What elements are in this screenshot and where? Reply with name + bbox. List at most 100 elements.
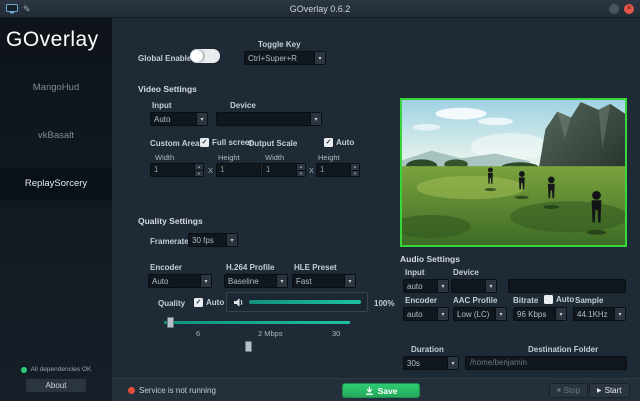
sidebar-nav: MangoHud vkBasalt ReplaySorcery <box>0 72 112 200</box>
sidebar-item-mangohud[interactable]: MangoHud <box>0 72 112 104</box>
toggle-key-select[interactable]: Ctrl+Super+R ▾ <box>244 51 326 65</box>
scale-height-stepper[interactable]: 1 ▴▾ <box>316 163 360 177</box>
start-button[interactable]: ▶ Start <box>589 383 630 398</box>
hle-preset-select[interactable]: Fast ▾ <box>292 274 356 288</box>
bitrate-value-label: 2 Mbps <box>258 329 283 338</box>
output-scale-label: Output Scale <box>248 139 297 148</box>
quality-label: Quality <box>158 299 185 308</box>
scale-width-stepper[interactable]: 1 ▴▾ <box>262 163 306 177</box>
sample-label: Sample <box>575 296 603 305</box>
bitrate-min-label: 6 <box>196 329 200 338</box>
close-button[interactable]: × <box>624 4 634 14</box>
audio-encoder-label: Encoder <box>405 296 437 305</box>
video-device-select[interactable]: ▾ <box>216 112 322 126</box>
game-scene-graphic <box>402 100 625 245</box>
toggle-knob <box>191 50 203 62</box>
chevron-down-icon: ▾ <box>200 275 211 287</box>
minimize-button[interactable] <box>609 4 619 14</box>
titlebar: ✎ GOverlay 0.6.2 × <box>0 0 640 18</box>
window-title: GOverlay 0.6.2 <box>126 4 514 14</box>
bitrate-slider-track[interactable] <box>164 321 350 324</box>
spinner-down-icon[interactable]: ▾ <box>195 171 203 177</box>
audio-bitrate-select[interactable]: 96 Kbps ▾ <box>513 307 567 321</box>
dimension-separator: X <box>208 166 213 175</box>
custom-width-label: Width <box>155 153 174 162</box>
duration-label: Duration <box>411 345 444 354</box>
chevron-down-icon: ▾ <box>310 113 321 125</box>
audio-input-label: Input <box>405 268 425 277</box>
game-preview-image <box>400 98 627 247</box>
audio-settings-title: Audio Settings <box>400 254 460 264</box>
h264-profile-label: H.264 Profile <box>226 263 274 272</box>
sidebar-bottom: All dependencies OK About <box>0 366 112 393</box>
chevron-down-icon: ▾ <box>437 280 448 292</box>
checkbox-check-icon: ✓ <box>200 138 209 147</box>
speaker-icon <box>233 297 244 308</box>
sidebar-item-vkbasalt[interactable]: vkBasalt <box>0 120 112 152</box>
encoder-select[interactable]: Auto ▾ <box>148 274 212 288</box>
monitor-icon <box>6 4 18 14</box>
bitrate-slider-handle-2[interactable] <box>245 341 252 352</box>
titlebar-left: ✎ <box>6 4 126 14</box>
spinner-down-icon[interactable]: ▾ <box>297 171 305 177</box>
chevron-down-icon: ▾ <box>344 275 355 287</box>
quality-settings-title: Quality Settings <box>138 216 203 226</box>
footer-bar: Service is not running Save ■ Stop ▶ <box>112 378 640 401</box>
checkbox-check-icon: ✓ <box>194 298 203 307</box>
main-content: Global Enable Toggle Key Ctrl+Super+R ▾ … <box>112 18 640 401</box>
save-arrow-icon <box>365 386 374 395</box>
custom-width-stepper[interactable]: 1 ▴▾ <box>150 163 204 177</box>
chevron-down-icon: ▾ <box>226 234 237 246</box>
framerate-select[interactable]: 30 fps ▾ <box>188 233 238 247</box>
hle-preset-label: HLE Preset <box>294 263 337 272</box>
save-button[interactable]: Save <box>342 383 420 398</box>
sample-rate-select[interactable]: 44.1KHz ▾ <box>573 307 626 321</box>
stop-button[interactable]: ■ Stop <box>549 383 588 398</box>
duration-select[interactable]: 30s ▾ <box>403 356 459 370</box>
audio-encoder-select[interactable]: auto ▾ <box>403 307 449 321</box>
global-enable-label: Global Enable <box>138 54 191 63</box>
spinner-down-icon[interactable]: ▾ <box>351 171 359 177</box>
bitrate-max-label: 30 <box>332 329 340 338</box>
bitrate-slider-handle[interactable] <box>167 317 174 328</box>
about-button[interactable]: About <box>25 378 87 393</box>
destination-folder-label: Destination Folder <box>528 345 598 354</box>
volume-fill-bar[interactable] <box>249 300 361 304</box>
audio-input-select[interactable]: auto ▾ <box>403 279 449 293</box>
global-enable-toggle[interactable] <box>190 49 220 63</box>
sidebar-item-replaysorcery[interactable]: ReplaySorcery <box>0 168 112 200</box>
audio-bitrate-auto-checkbox[interactable]: Auto <box>544 295 574 304</box>
custom-area-label: Custom Area <box>150 139 200 148</box>
play-icon: ▶ <box>597 387 602 394</box>
destination-folder-field[interactable]: /home/benjamin <box>465 356 627 370</box>
aac-profile-select[interactable]: Low (LC) ▾ <box>453 307 507 321</box>
volume-slider[interactable] <box>226 292 368 312</box>
status-ok-dot-icon <box>21 367 27 373</box>
output-scale-auto-checkbox[interactable]: ✓ Auto <box>324 138 354 147</box>
chevron-down-icon: ▾ <box>495 308 506 320</box>
app-window: ✎ GOverlay 0.6.2 × GOverlay MangoHud vkB… <box>0 0 640 401</box>
chevron-down-icon: ▾ <box>555 308 566 320</box>
scale-height-label: Height <box>318 153 340 162</box>
video-input-label: Input <box>152 101 172 110</box>
video-settings-title: Video Settings <box>138 84 197 94</box>
stop-icon: ■ <box>557 388 561 394</box>
service-status-label: Service is not running <box>139 386 216 395</box>
pencil-icon: ✎ <box>23 4 31 14</box>
framerate-label: Framerate <box>150 237 189 246</box>
chevron-down-icon: ▾ <box>437 308 448 320</box>
aac-profile-label: AAC Profile <box>453 296 497 305</box>
video-input-select[interactable]: Auto ▾ <box>150 112 208 126</box>
chevron-down-icon: ▾ <box>196 113 207 125</box>
full-screen-checkbox[interactable]: ✓ Full screen <box>200 138 254 147</box>
quality-auto-checkbox[interactable]: ✓ Auto <box>194 298 224 307</box>
audio-device-label: Device <box>453 268 479 277</box>
video-device-label: Device <box>230 101 256 110</box>
audio-device-select[interactable]: ▾ <box>451 279 497 293</box>
h264-profile-select[interactable]: Baseline ▾ <box>224 274 288 288</box>
window-body: GOverlay MangoHud vkBasalt ReplaySorcery… <box>0 18 640 401</box>
audio-bitrate-label: Bitrate <box>513 296 538 305</box>
audio-device-field[interactable] <box>508 279 626 293</box>
custom-height-label: Height <box>218 153 240 162</box>
chevron-down-icon: ▾ <box>314 52 325 64</box>
